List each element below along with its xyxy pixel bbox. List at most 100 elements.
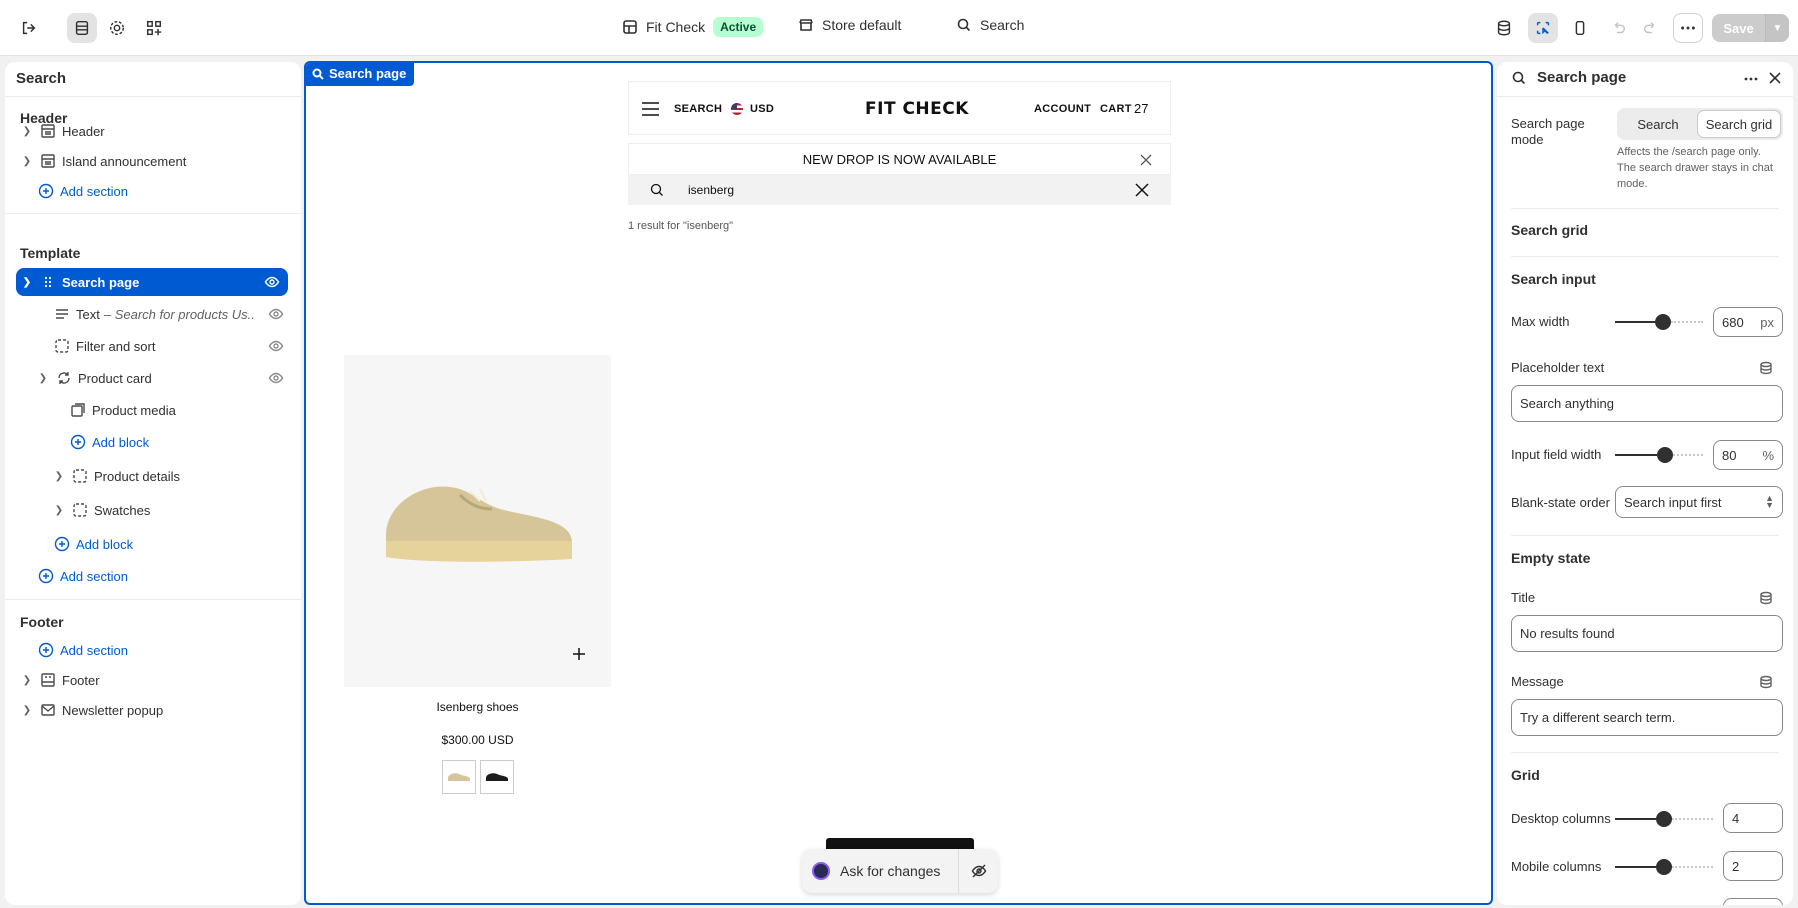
sidebar-item-product-media[interactable]: Product media — [20, 396, 292, 424]
slider-knob[interactable] — [1657, 447, 1673, 463]
sidebar-item-header[interactable]: ❯ Header — [20, 117, 292, 145]
sidebar-item-filter-sort[interactable]: Filter and sort — [20, 332, 292, 360]
chevron-down-icon[interactable]: ▼ — [1765, 14, 1789, 42]
add-section-header[interactable]: Add section — [20, 177, 292, 205]
account-link[interactable]: ACCOUNT — [1034, 103, 1091, 115]
quick-add-icon[interactable] — [572, 647, 586, 661]
add-section-template[interactable]: Add section — [20, 562, 292, 590]
desktop-columns-slider[interactable] — [1615, 811, 1713, 827]
sidebar-item-product-card[interactable]: ❯ Product card — [20, 364, 292, 392]
eye-icon[interactable] — [268, 306, 284, 322]
eye-icon[interactable] — [268, 338, 284, 354]
sidebar-item-product-details[interactable]: ❯ Product details — [20, 462, 292, 490]
add-block-media[interactable]: Add block — [20, 428, 292, 456]
hamburger-icon[interactable] — [642, 102, 659, 116]
cart-link[interactable]: CART — [1100, 103, 1132, 115]
store-logo[interactable]: FIT CHECK — [865, 99, 969, 119]
mode-option-search[interactable]: Search — [1619, 117, 1697, 132]
divider — [5, 213, 301, 214]
chevron-right-icon[interactable]: ❯ — [52, 471, 66, 482]
eye-icon[interactable] — [268, 370, 284, 386]
mode-option-search-grid[interactable]: Search grid — [1697, 110, 1781, 138]
save-button[interactable]: Save — [1712, 14, 1765, 42]
currency-selector[interactable]: USD — [750, 103, 774, 115]
sidebar-item-swatches[interactable]: ❯ Swatches — [20, 496, 292, 524]
top-search[interactable]: Search — [956, 17, 1024, 33]
input-width-input[interactable]: 80 % — [1713, 440, 1783, 470]
more-icon[interactable] — [1743, 71, 1759, 87]
store-search-input[interactable]: isenberg — [688, 183, 734, 197]
store-search-bar[interactable]: isenberg — [628, 175, 1171, 205]
chevron-down-icon[interactable]: ❯ — [20, 277, 34, 288]
more-icon[interactable] — [1673, 13, 1703, 43]
desktop-columns-input[interactable]: 4 — [1723, 803, 1783, 833]
slider-knob[interactable] — [1656, 811, 1672, 827]
group-footer: Footer — [20, 614, 64, 630]
max-width-input[interactable]: 680 px — [1713, 307, 1783, 337]
divider — [1511, 208, 1779, 209]
store-nav-search[interactable]: SEARCH — [674, 103, 722, 115]
sidebar-item-newsletter-popup[interactable]: ❯ Newsletter popup — [20, 696, 292, 724]
sections-icon[interactable] — [67, 13, 97, 43]
context-selector[interactable]: Store default — [798, 17, 901, 33]
chevron-right-icon[interactable]: ❯ — [52, 505, 66, 516]
slider-track-rest — [1672, 818, 1713, 820]
chevron-right-icon[interactable]: ❯ — [20, 126, 34, 137]
mobile-preview-icon[interactable] — [1565, 13, 1595, 43]
canvas-tag-label: Search page — [329, 66, 407, 81]
sidebar-item-search-page[interactable]: ❯ Search page — [16, 268, 288, 296]
mobile-columns-slider[interactable] — [1615, 859, 1713, 875]
chevron-right-icon[interactable]: ❯ — [20, 705, 34, 716]
context-label: Store default — [822, 17, 902, 33]
message-field[interactable]: Try a different search term. — [1511, 699, 1783, 736]
add-section-footer[interactable]: Add section — [20, 636, 292, 664]
database-icon[interactable] — [1489, 13, 1519, 43]
title-label: Title — [1511, 590, 1536, 605]
exit-icon[interactable] — [14, 13, 44, 43]
title-field[interactable]: No results found — [1511, 615, 1783, 652]
database-icon[interactable] — [1759, 361, 1773, 375]
slider-track — [1615, 321, 1655, 323]
drag-handle-icon[interactable] — [40, 274, 56, 290]
close-icon[interactable] — [1769, 72, 1781, 84]
swatch-tan[interactable] — [442, 760, 476, 794]
input-width-slider[interactable] — [1615, 447, 1703, 463]
add-block-card[interactable]: Add block — [20, 530, 292, 558]
redo-icon[interactable] — [1636, 13, 1666, 43]
hide-icon[interactable] — [958, 849, 998, 893]
undo-icon[interactable] — [1603, 13, 1633, 43]
media-icon — [70, 402, 86, 418]
apps-icon[interactable] — [139, 13, 169, 43]
product-title[interactable]: Isenberg shoes — [344, 700, 611, 714]
gear-icon[interactable] — [102, 13, 132, 43]
sidebar-item-label: Product details — [94, 468, 180, 484]
max-width-value: 680 — [1722, 314, 1744, 330]
blank-order-select[interactable]: Search input first ▲ ▼ — [1615, 486, 1783, 518]
chevron-right-icon[interactable]: ❯ — [20, 675, 34, 686]
database-icon[interactable] — [1759, 591, 1773, 605]
clear-search-icon[interactable] — [1135, 183, 1149, 197]
sidebar-item-footer[interactable]: ❯ Footer — [20, 666, 292, 694]
next-input[interactable] — [1723, 898, 1783, 905]
max-width-slider[interactable] — [1615, 314, 1703, 330]
product-image[interactable] — [344, 355, 611, 687]
sidebar-item-island-announcement[interactable]: ❯ Island announcement — [20, 147, 292, 175]
sidebar-item-label: Footer — [62, 672, 100, 688]
chevron-down-icon[interactable]: ❯ — [36, 373, 50, 384]
mobile-columns-input[interactable]: 2 — [1723, 851, 1783, 881]
sidebar-item-text[interactable]: Text – Search for products Us... — [20, 300, 292, 328]
slider-knob[interactable] — [1655, 314, 1671, 330]
select-icon[interactable] — [1528, 13, 1558, 43]
placeholder-field[interactable]: Search anything — [1511, 385, 1783, 422]
database-icon[interactable] — [1759, 675, 1773, 689]
eye-icon[interactable] — [264, 274, 280, 290]
slider-knob[interactable] — [1656, 859, 1672, 875]
close-icon[interactable] — [1140, 154, 1152, 166]
slider-track — [1615, 866, 1656, 868]
chevron-right-icon[interactable]: ❯ — [20, 156, 34, 167]
theme-selector[interactable]: Fit Check Active — [622, 17, 764, 37]
ask-for-changes[interactable]: Ask for changes — [802, 849, 998, 893]
preview-canvas[interactable]: Search page SEARCH USD FIT CHECK ACCOUNT… — [304, 61, 1493, 905]
selected-section-tag[interactable]: Search page — [306, 63, 415, 86]
swatch-black[interactable] — [480, 760, 514, 794]
